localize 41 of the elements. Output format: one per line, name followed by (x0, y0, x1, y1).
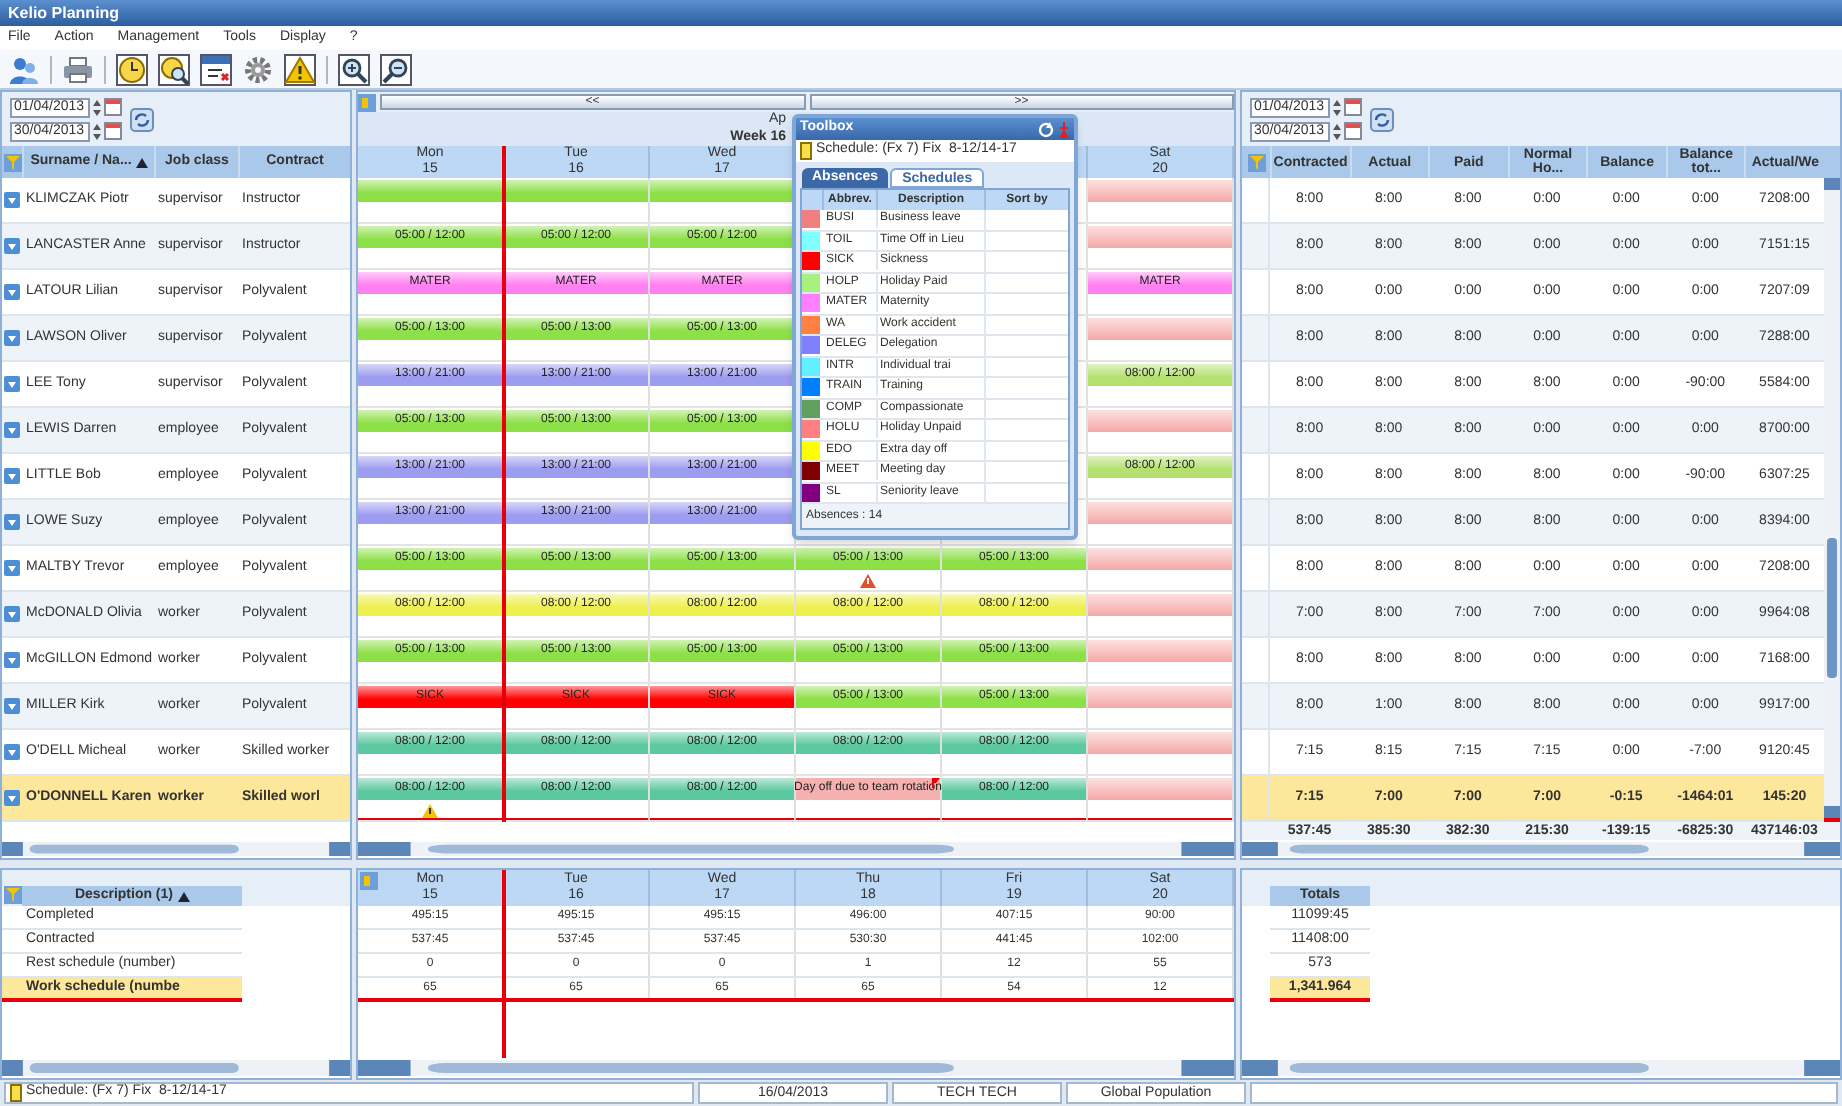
horizontal-scrollbar[interactable] (2, 842, 350, 856)
horizontal-scrollbar[interactable] (358, 842, 1234, 856)
horizontal-scrollbar[interactable] (1242, 842, 1840, 856)
expand-icon[interactable] (4, 284, 20, 300)
horizontal-scrollbar[interactable] (2, 1060, 350, 1076)
expand-icon[interactable] (4, 698, 20, 714)
calendar-icon[interactable] (200, 53, 232, 85)
zoom-in-icon[interactable] (338, 53, 370, 85)
gear-icon[interactable] (242, 53, 274, 85)
expand-icon[interactable] (4, 514, 20, 530)
expand-icon[interactable] (4, 744, 20, 760)
expand-icon[interactable] (4, 422, 20, 438)
users-icon[interactable] (8, 53, 40, 85)
planning-icon[interactable] (358, 93, 376, 111)
clock-icon[interactable] (116, 53, 148, 85)
expand-icon[interactable] (4, 376, 20, 392)
expand-icon[interactable] (4, 330, 20, 346)
horizontal-scrollbar[interactable] (358, 1060, 1234, 1076)
window-title: Kelio Planning (0, 0, 1842, 26)
clock-search-icon[interactable] (158, 53, 190, 85)
warning-icon (422, 803, 438, 817)
expand-icon[interactable] (4, 238, 20, 254)
expand-icon[interactable] (4, 468, 20, 484)
sort-icon[interactable] (135, 157, 148, 167)
schedule-icon (10, 1084, 22, 1102)
printer-icon[interactable] (62, 53, 94, 85)
refresh-icon[interactable] (130, 107, 154, 131)
zoom-out-icon[interactable] (380, 53, 412, 85)
sort-icon[interactable] (177, 891, 189, 901)
expand-icon[interactable] (4, 560, 20, 576)
vertical-scrollbar[interactable] (1824, 178, 1840, 818)
warning-icon (860, 573, 876, 587)
refresh-icon[interactable] (1370, 107, 1394, 131)
expand-icon[interactable] (4, 606, 20, 622)
horizontal-scrollbar[interactable] (1242, 1060, 1840, 1076)
expand-icon[interactable] (4, 192, 20, 208)
expand-icon[interactable] (4, 652, 20, 668)
warning-icon[interactable] (284, 53, 316, 85)
filter-icon[interactable] (3, 886, 21, 904)
expand-icon[interactable] (4, 790, 20, 806)
schedule-icon (800, 142, 812, 160)
